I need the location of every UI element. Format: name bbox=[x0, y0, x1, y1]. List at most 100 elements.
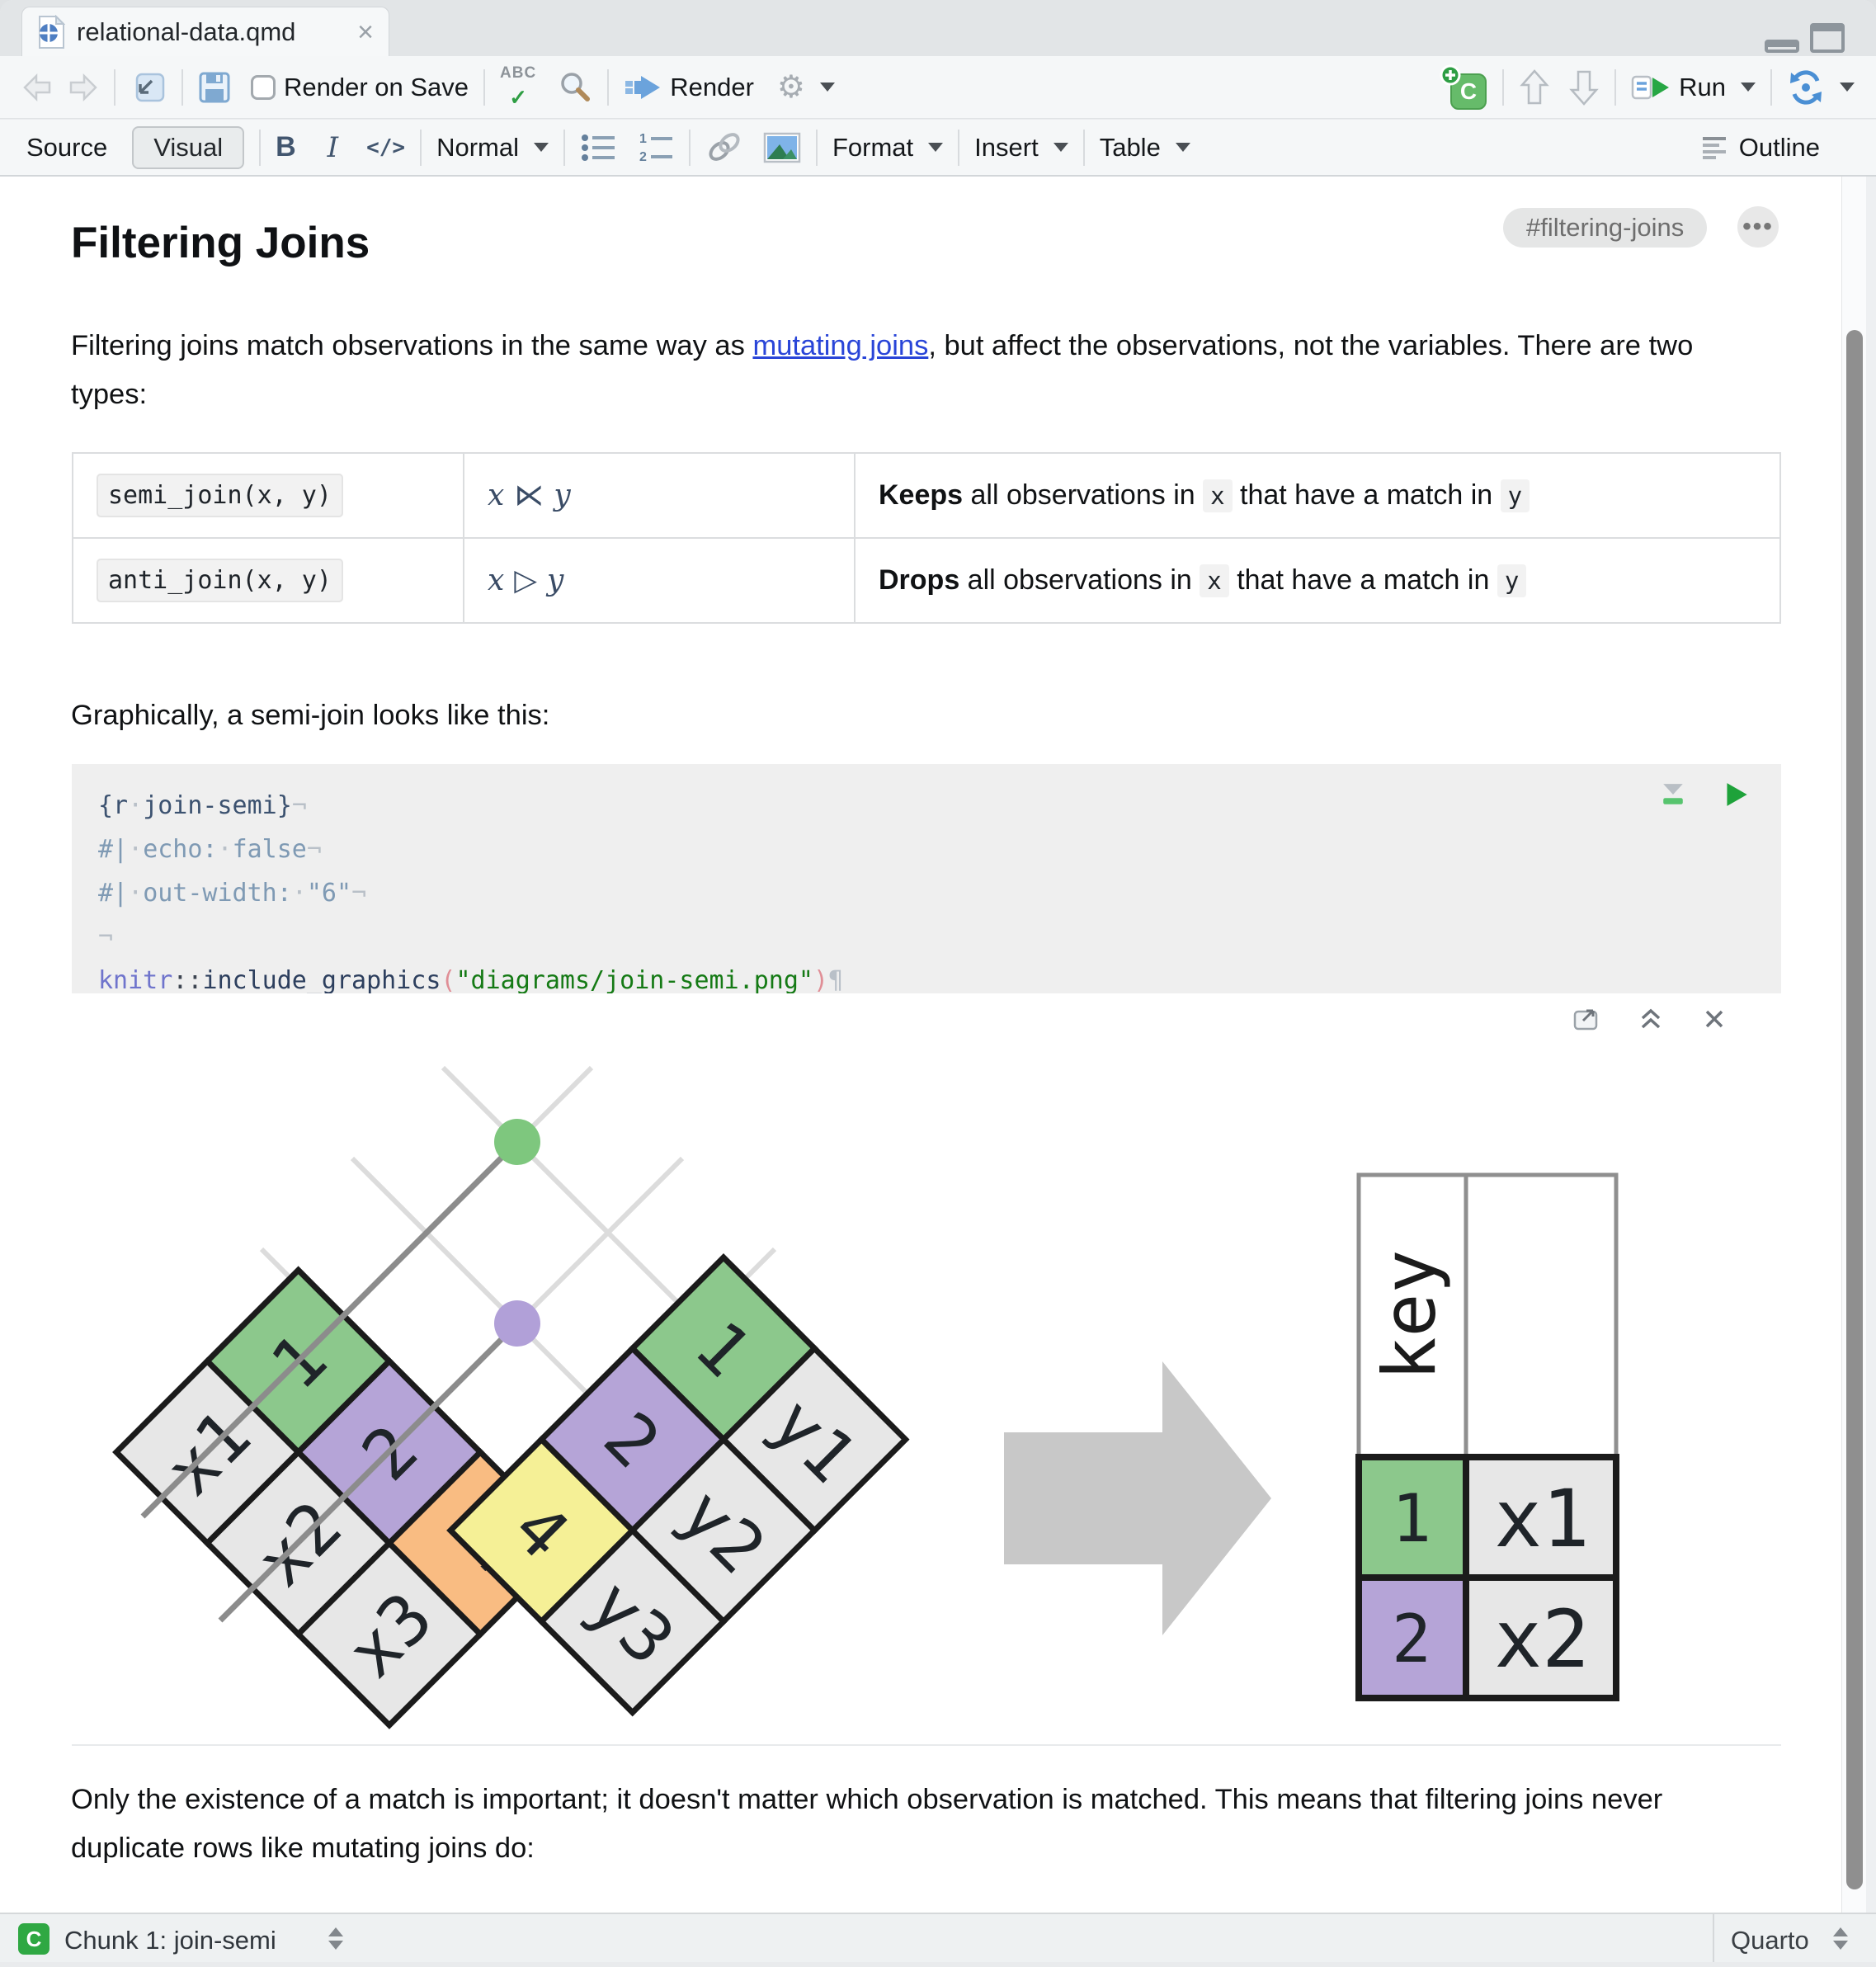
semi-join-math: x ⋉ y bbox=[488, 479, 571, 512]
run-icon bbox=[1631, 75, 1670, 99]
format-menu[interactable]: Format bbox=[832, 132, 944, 163]
toolbar-separator bbox=[1502, 68, 1505, 106]
bullet-list-button[interactable] bbox=[580, 132, 616, 163]
paragraph-style-select[interactable]: Normal bbox=[436, 133, 549, 163]
visual-mode-button[interactable]: Visual bbox=[132, 125, 245, 169]
italic-button[interactable]: I bbox=[328, 131, 338, 164]
run-chunks-above-icon[interactable] bbox=[1661, 782, 1685, 807]
toolbar-separator bbox=[1082, 129, 1085, 166]
graphically-paragraph: Graphically, a semi-join looks like this… bbox=[71, 700, 550, 731]
back-arrow-icon bbox=[23, 73, 51, 101]
open-in-new-window-button[interactable] bbox=[130, 71, 167, 104]
result-cell: 1 bbox=[1392, 1480, 1431, 1557]
run-next-chunk-button[interactable] bbox=[1568, 68, 1600, 106]
back-button[interactable] bbox=[21, 71, 54, 104]
insert-link-button[interactable] bbox=[705, 130, 743, 165]
minimize-icon[interactable] bbox=[1765, 40, 1799, 53]
match-dot-green bbox=[494, 1119, 540, 1165]
table-menu-label: Table bbox=[1099, 132, 1161, 162]
editor-canvas[interactable]: #filtering-joins ••• Filtering Joins Fil… bbox=[0, 177, 1876, 1913]
doc-mode-arrows[interactable] bbox=[1833, 1927, 1848, 1950]
chunk-nav-arrows[interactable] bbox=[328, 1927, 343, 1950]
spellcheck-button[interactable]: ABC ✓ bbox=[500, 65, 536, 108]
svg-text:1: 1 bbox=[639, 132, 647, 146]
toolbar-separator bbox=[1770, 68, 1772, 106]
run-button[interactable]: Run bbox=[1631, 73, 1756, 102]
doc-mode-label[interactable]: Quarto bbox=[1731, 1926, 1809, 1955]
insert-chunk-icon: C bbox=[1440, 64, 1487, 110]
scrollbar-thumb[interactable] bbox=[1846, 330, 1863, 1889]
arrow-down-icon bbox=[1569, 70, 1599, 106]
render-on-save-checkbox[interactable] bbox=[251, 74, 276, 100]
render-options-button[interactable]: ⚙ bbox=[777, 72, 835, 103]
window-bottom-edge bbox=[0, 1962, 1876, 1967]
section-anchor-badge: #filtering-joins bbox=[1503, 208, 1708, 248]
mutating-joins-link[interactable]: mutating joins bbox=[752, 330, 928, 361]
toolbar-separator bbox=[483, 68, 486, 106]
bullet-list-icon bbox=[581, 134, 615, 161]
gear-icon: ⚙ bbox=[776, 69, 805, 105]
run-chunk-icon[interactable] bbox=[1725, 782, 1748, 807]
outline-label: Outline bbox=[1738, 132, 1820, 162]
chevron-down-icon bbox=[1175, 143, 1190, 152]
section-options-button[interactable]: ••• bbox=[1737, 206, 1779, 248]
semi-join-diagram: x1 1 x2 2 x3 3 bbox=[112, 1065, 1619, 1729]
render-on-save-toggle[interactable]: Render on Save bbox=[251, 73, 469, 102]
result-cell: 2 bbox=[1392, 1601, 1431, 1677]
tab-close-icon[interactable]: × bbox=[357, 18, 374, 46]
toolbar-separator bbox=[815, 129, 818, 166]
close-icon[interactable] bbox=[1702, 1007, 1727, 1031]
outline-toggle-button[interactable]: Outline bbox=[1701, 133, 1820, 163]
search-icon bbox=[561, 72, 591, 101]
svg-text:2: 2 bbox=[639, 150, 647, 164]
intro-text-before: Filtering joins match observations in th… bbox=[71, 330, 753, 361]
scrollbar-track[interactable] bbox=[1841, 177, 1866, 1913]
source-mode-button[interactable]: Source bbox=[26, 133, 107, 163]
table-menu[interactable]: Table bbox=[1100, 133, 1190, 163]
render-button[interactable]: Render bbox=[624, 73, 754, 102]
render-on-save-label: Render on Save bbox=[284, 72, 469, 101]
toolbar-separator bbox=[1614, 68, 1617, 106]
save-button[interactable] bbox=[198, 71, 231, 104]
forward-button[interactable] bbox=[66, 71, 99, 104]
format-menu-label: Format bbox=[832, 132, 914, 162]
inline-code-button[interactable]: </> bbox=[366, 135, 405, 160]
chunk-output: x1 1 x2 2 x3 3 bbox=[72, 993, 1781, 1746]
find-replace-button[interactable] bbox=[558, 70, 592, 105]
forward-arrow-icon bbox=[69, 73, 97, 101]
save-icon bbox=[199, 72, 230, 102]
collapse-output-icon[interactable] bbox=[1638, 1007, 1664, 1031]
maximize-icon[interactable] bbox=[1810, 23, 1845, 53]
semi-join-description: Keeps all observations in x that have a … bbox=[854, 452, 1781, 539]
table-row: semi_join(x, y) x ⋉ y Keeps all observatio… bbox=[72, 452, 1781, 539]
closing-paragraph: Only the existence of a match is importa… bbox=[71, 1784, 1663, 1864]
refresh-source-icon bbox=[1790, 69, 1822, 105]
chevron-down-icon bbox=[533, 143, 549, 152]
source-tools-button[interactable] bbox=[1787, 69, 1855, 106]
insert-menu[interactable]: Insert bbox=[974, 133, 1068, 163]
anti-join-description: Drops all observations in x that have a … bbox=[854, 537, 1781, 624]
numbered-list-button[interactable]: 1 2 bbox=[638, 131, 674, 164]
arrow-up-icon bbox=[1520, 68, 1549, 104]
insert-image-button[interactable] bbox=[763, 132, 801, 163]
table-row: anti_join(x, y) x ▷ y Drops all observatio… bbox=[72, 537, 1781, 624]
insert-chunk-button[interactable]: C bbox=[1440, 64, 1487, 111]
toolbar-separator bbox=[563, 129, 565, 166]
triangle-up-icon bbox=[1833, 1927, 1848, 1936]
toolbar-separator bbox=[259, 129, 262, 166]
chunk-nav-label[interactable]: Chunk 1: join-semi bbox=[64, 1926, 276, 1955]
chevron-down-icon bbox=[1741, 83, 1756, 92]
chevron-down-icon bbox=[1053, 143, 1068, 152]
right-gutter bbox=[1866, 177, 1876, 1913]
code-chunk[interactable]: {r·join-semi}¬ #|·echo:·false¬ #|·out-widt… bbox=[72, 764, 1781, 995]
tab-relational-data[interactable]: relational-data.qmd × bbox=[21, 7, 389, 56]
tab-bar: relational-data.qmd × bbox=[0, 0, 1876, 56]
bold-button[interactable]: B bbox=[276, 131, 296, 163]
anti-join-code: anti_join(x, y) bbox=[97, 559, 343, 602]
code-chunk-lines: {r·join-semi}¬ #|·echo:·false¬ #|·out-widt… bbox=[98, 791, 844, 995]
render-icon bbox=[625, 75, 661, 99]
run-previous-chunks-button[interactable] bbox=[1519, 68, 1550, 106]
show-output-window-icon[interactable] bbox=[1572, 1007, 1600, 1031]
rstudio-editor-window: relational-data.qmd × Render on Save ABC… bbox=[0, 0, 1876, 1967]
result-col-key: key bbox=[1367, 1250, 1452, 1381]
